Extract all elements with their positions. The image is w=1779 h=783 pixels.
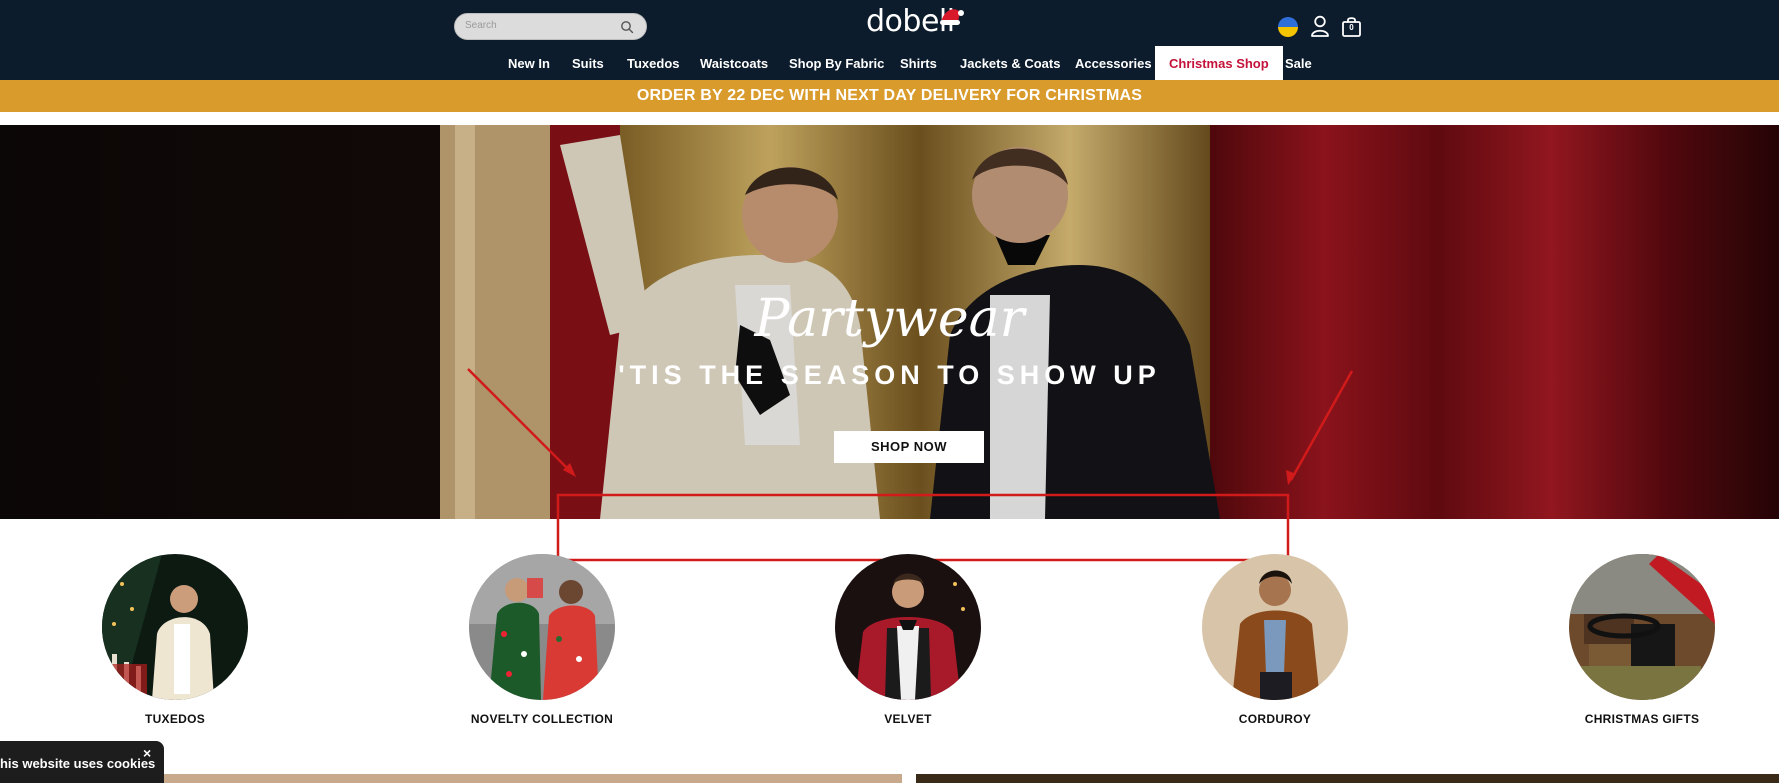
category-label: VELVET xyxy=(884,712,932,726)
nav-item-sale[interactable]: Sale xyxy=(1285,56,1312,71)
hero-banner[interactable]: Partywear 'TIS THE SEASON TO SHOW UP SHO… xyxy=(0,125,1779,519)
nav-item-shirts[interactable]: Shirts xyxy=(900,56,937,71)
search-placeholder: Search xyxy=(465,20,497,31)
hero-title: Partywear xyxy=(754,289,1025,349)
promo-tile-right[interactable] xyxy=(916,774,1779,783)
category-image-novelty-collection xyxy=(469,554,615,700)
category-label: CORDUROY xyxy=(1238,712,1312,726)
category-image-velvet xyxy=(835,554,981,700)
cookie-notice: This website uses cookies × xyxy=(0,741,164,783)
account-icon[interactable] xyxy=(1310,15,1330,37)
category-label: TUXEDOS xyxy=(144,712,206,726)
nav-item-suits[interactable]: Suits xyxy=(572,56,604,71)
nav-item-accessories[interactable]: Accessories xyxy=(1075,56,1152,71)
bag-count-badge: 0 xyxy=(1349,23,1354,32)
category-image-tuxedos xyxy=(102,554,248,700)
category-image-christmas-gifts xyxy=(1569,554,1715,700)
nav-item-jackets-coats[interactable]: Jackets & Coats xyxy=(960,56,1060,71)
nav-item-christmas-shop[interactable]: Christmas Shop xyxy=(1155,46,1283,80)
main-nav: New In Suits Tuxedos Waistcoats Shop By … xyxy=(0,46,1779,80)
nav-item-tuxedos[interactable]: Tuxedos xyxy=(627,56,680,71)
close-icon[interactable]: × xyxy=(143,745,151,761)
shop-now-button[interactable]: SHOP NOW xyxy=(834,431,984,463)
promo-banner[interactable]: ORDER BY 22 DEC WITH NEXT DAY DELIVERY F… xyxy=(0,80,1779,112)
nav-item-waistcoats[interactable]: Waistcoats xyxy=(700,56,768,71)
nav-item-new-in[interactable]: New In xyxy=(508,56,550,71)
site-header: Search dobell 0 New In Suits Tuxedos Wai… xyxy=(0,0,1779,80)
category-label: NOVELTY COLLECTION xyxy=(470,712,614,726)
hero-subtitle: 'TIS THE SEASON TO SHOW UP xyxy=(618,360,1161,390)
category-label: CHRISTMAS GIFTS xyxy=(1584,712,1700,726)
cookie-text: This website uses cookies xyxy=(0,756,156,771)
nav-item-shop-by-fabric[interactable]: Shop By Fabric xyxy=(789,56,884,71)
category-image-corduroy xyxy=(1202,554,1348,700)
ukraine-flag-icon[interactable] xyxy=(1278,17,1298,37)
search-input[interactable]: Search xyxy=(454,13,647,40)
search-icon[interactable] xyxy=(620,20,634,34)
santa-hat-icon xyxy=(940,9,964,25)
